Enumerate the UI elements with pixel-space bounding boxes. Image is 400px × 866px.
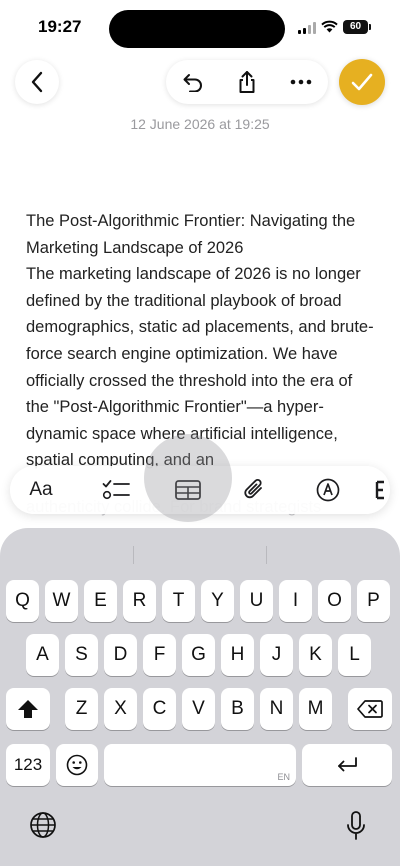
signal-icon: [298, 22, 318, 34]
dynamic-island: [109, 10, 285, 48]
key-o[interactable]: O: [318, 580, 351, 622]
key-u[interactable]: U: [240, 580, 273, 622]
key-m[interactable]: M: [299, 688, 332, 730]
paperclip-icon: [244, 479, 262, 499]
shift-icon: [18, 700, 38, 718]
key-z[interactable]: Z: [65, 688, 98, 730]
checklist-button[interactable]: [94, 466, 138, 514]
predictive-divider: [266, 546, 267, 564]
key-f[interactable]: F: [143, 634, 176, 676]
predictive-divider: [133, 546, 134, 564]
key-w[interactable]: W: [45, 580, 78, 622]
return-icon: [338, 757, 357, 772]
key-i[interactable]: I: [279, 580, 312, 622]
key-l[interactable]: L: [338, 634, 371, 676]
key-e[interactable]: E: [84, 580, 117, 622]
numbers-key[interactable]: 123: [6, 744, 50, 786]
key-s[interactable]: S: [65, 634, 98, 676]
key-c[interactable]: C: [143, 688, 176, 730]
text-format-button[interactable]: Aa: [18, 466, 64, 514]
back-button[interactable]: [15, 60, 59, 104]
more-tools-button[interactable]: [368, 466, 390, 514]
more-button[interactable]: [274, 60, 328, 104]
key-a[interactable]: A: [26, 634, 59, 676]
key-t[interactable]: T: [162, 580, 195, 622]
markup-button[interactable]: [306, 466, 350, 514]
text-format-label: Aa: [29, 479, 53, 500]
share-icon: [239, 71, 255, 93]
globe-icon: [30, 812, 56, 838]
return-key[interactable]: [302, 744, 392, 786]
markup-pen-icon: [316, 478, 340, 502]
note-actions-pill: [166, 60, 328, 104]
delete-key[interactable]: [348, 688, 392, 730]
share-button[interactable]: [220, 60, 274, 104]
key-r[interactable]: R: [123, 580, 156, 622]
keyboard: Q W E R T Y U I O P A S D F G H J K L Z …: [0, 528, 400, 866]
chevron-left-icon: [31, 71, 43, 93]
globe-button[interactable]: [28, 810, 58, 840]
microphone-icon: [347, 811, 365, 840]
key-j[interactable]: J: [260, 634, 293, 676]
key-y[interactable]: Y: [201, 580, 234, 622]
note-title[interactable]: The Post-Algorithmic Frontier: Navigatin…: [26, 208, 378, 261]
key-k[interactable]: K: [299, 634, 332, 676]
battery-nub: [369, 24, 371, 30]
key-p[interactable]: P: [357, 580, 390, 622]
touch-highlight: [144, 434, 232, 522]
key-n[interactable]: N: [260, 688, 293, 730]
space-key[interactable]: EN: [104, 744, 296, 786]
undo-icon: [183, 74, 202, 92]
wifi-icon: [321, 20, 338, 33]
partial-tool-icon: [375, 480, 384, 500]
undo-button[interactable]: [166, 60, 220, 104]
note-body[interactable]: The Post-Algorithmic Frontier: Navigatin…: [26, 208, 378, 474]
shift-key[interactable]: [6, 688, 50, 730]
checkmark-icon: [351, 73, 373, 91]
checklist-icon: [102, 480, 130, 500]
key-d[interactable]: D: [104, 634, 137, 676]
battery-level: 60: [349, 21, 362, 32]
ellipsis-icon: [290, 79, 312, 85]
key-g[interactable]: G: [182, 634, 215, 676]
key-x[interactable]: X: [104, 688, 137, 730]
keyboard-language: EN: [277, 772, 290, 782]
key-b[interactable]: B: [221, 688, 254, 730]
status-bar: 19:27 60: [0, 0, 400, 56]
status-time: 19:27: [38, 17, 82, 36]
key-q[interactable]: Q: [6, 580, 39, 622]
predictive-bar: [0, 536, 400, 572]
attachment-button[interactable]: [232, 466, 276, 514]
done-button[interactable]: [339, 59, 385, 105]
key-h[interactable]: H: [221, 634, 254, 676]
emoji-key[interactable]: [56, 744, 98, 786]
note-date: 12 June 2026 at 19:25: [130, 116, 270, 132]
battery-icon: 60: [343, 20, 368, 34]
backspace-icon: [357, 700, 383, 718]
key-v[interactable]: V: [182, 688, 215, 730]
dictation-button[interactable]: [341, 810, 371, 842]
emoji-icon: [66, 754, 88, 776]
